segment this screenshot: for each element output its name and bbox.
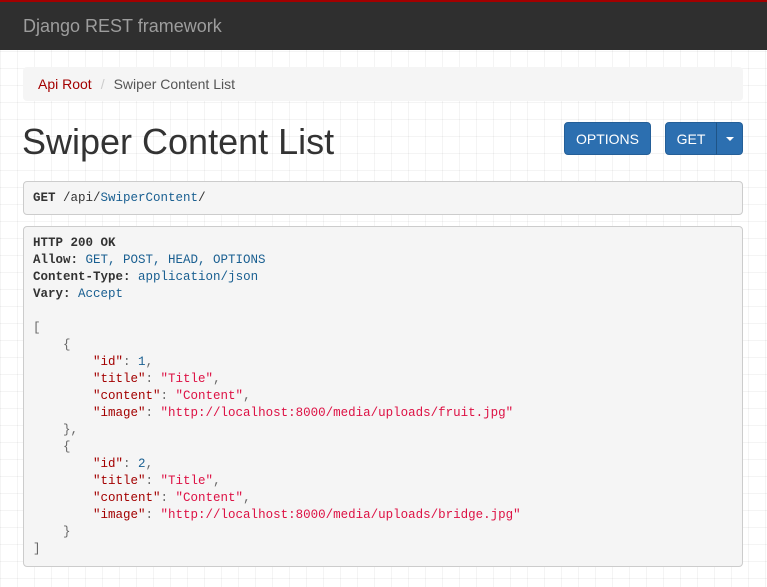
breadcrumb: Api Root / Swiper Content List (23, 67, 743, 101)
json-close-brace: }, (33, 423, 79, 437)
json-field-row: "content": "Content", (93, 389, 251, 403)
json-image-url-link[interactable]: "http://localhost:8000/media/uploads/bri… (161, 508, 521, 522)
json-string: "Title" (160, 372, 214, 386)
breadcrumb-current: Swiper Content List (113, 76, 235, 92)
json-open-bracket: [ (33, 321, 41, 335)
json-number: 2 (138, 457, 146, 471)
request-info: GET /api/SwiperContent/ (23, 181, 743, 215)
header-name: Vary: (33, 287, 71, 301)
brand-link[interactable]: Django REST framework (23, 15, 222, 37)
json-string: "Content" (175, 389, 244, 403)
json-open-brace: { (33, 440, 71, 454)
header-value: Accept (78, 287, 124, 301)
json-string: "Title" (160, 474, 214, 488)
get-button[interactable]: GET (665, 122, 717, 155)
get-format-dropdown-button[interactable] (716, 122, 743, 155)
breadcrumb-api-root-link[interactable]: Api Root (38, 67, 92, 101)
json-field-row: "content": "Content", (93, 491, 251, 505)
request-path-link[interactable]: SwiperContent (101, 191, 199, 205)
json-key: "id" (93, 355, 124, 369)
json-field-row: "title": "Title", (93, 474, 221, 488)
json-field-row: "title": "Title", (93, 372, 221, 386)
json-key: "title" (93, 372, 146, 386)
header-name: Allow: (33, 253, 79, 267)
json-open-brace: { (33, 338, 71, 352)
json-close-bracket: ] (33, 542, 41, 556)
breadcrumb-separator: / (100, 76, 105, 92)
json-string: "Content" (175, 491, 244, 505)
header-value: application/json (138, 270, 259, 284)
response-status: HTTP 200 OK (33, 236, 116, 250)
json-key: "content" (93, 389, 161, 403)
request-path-suffix: / (198, 191, 206, 205)
options-button[interactable]: OPTIONS (564, 122, 651, 155)
json-key: "id" (93, 457, 124, 471)
response-info: HTTP 200 OK Allow: GET, POST, HEAD, OPTIO… (23, 226, 743, 567)
chevron-down-icon (725, 137, 734, 142)
navbar: Django REST framework (0, 0, 767, 50)
json-field-row: "id": 1, (93, 355, 154, 369)
json-key: "title" (93, 474, 146, 488)
request-method: GET (33, 191, 56, 205)
json-image-url-link[interactable]: "http://localhost:8000/media/uploads/fru… (161, 406, 514, 420)
page-title: Swiper Content List (22, 121, 335, 162)
json-key: "image" (93, 406, 146, 420)
json-field-row: "image": "http://localhost:8000/media/up… (93, 406, 514, 420)
json-field-row: "image": "http://localhost:8000/media/up… (93, 508, 521, 522)
json-number: 1 (138, 355, 146, 369)
json-key: "content" (93, 491, 161, 505)
header-name: Content-Type: (33, 270, 131, 284)
json-field-row: "id": 2, (93, 457, 154, 471)
request-path-prefix: /api/ (63, 191, 101, 205)
header-value: GET, POST, HEAD, OPTIONS (85, 253, 266, 267)
json-close-brace: } (33, 525, 71, 539)
json-key: "image" (93, 508, 146, 522)
